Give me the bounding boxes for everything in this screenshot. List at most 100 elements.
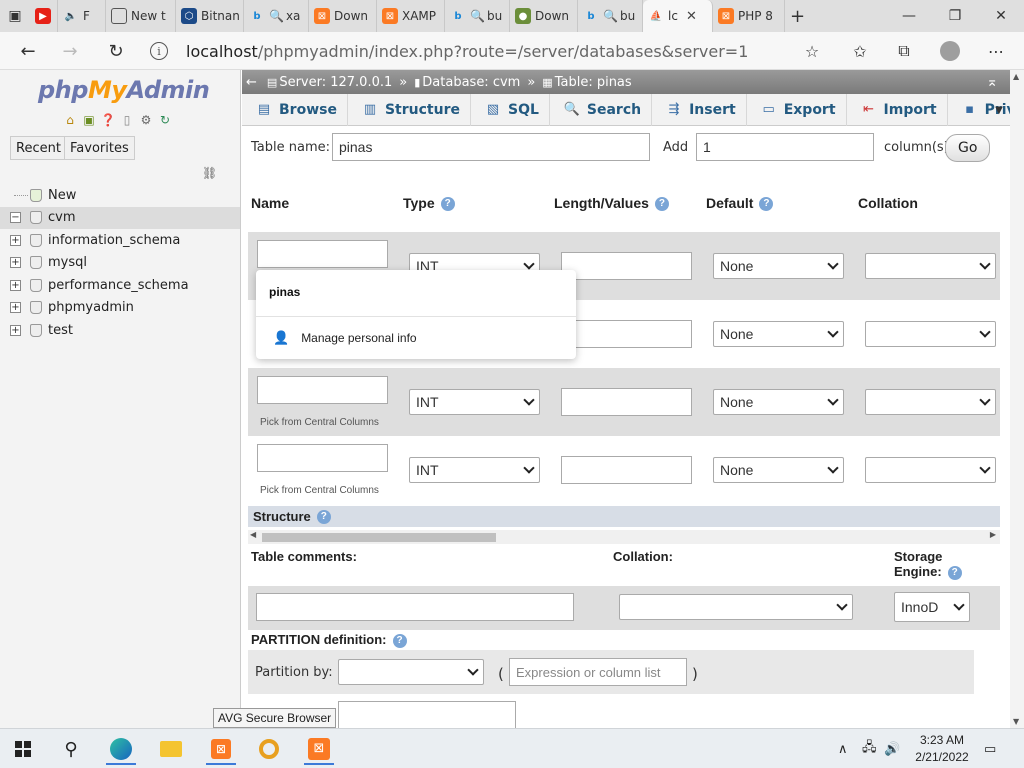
tab-export[interactable]: ▭ Export [747,93,847,126]
length-input[interactable] [561,388,692,416]
browser-tab-6[interactable]: ⊠ Down [309,0,377,32]
expand-icon[interactable]: + [10,279,21,291]
tree-item-cvm[interactable]: − cvm [0,206,240,229]
partition-by-select[interactable] [338,659,484,685]
edge-browser-icon[interactable] [98,732,144,766]
horizontal-scrollbar[interactable]: ◀ ▶ [248,530,1000,544]
pick-central-columns-link[interactable]: Pick from Central Columns [260,485,379,496]
collections-icon[interactable]: ⧉ [890,38,918,64]
browser-tab-7[interactable]: ⊠ XAMP [377,0,445,32]
breadcrumb-server[interactable]: Server: 127.0.0.1 [279,75,392,90]
xampp-control-icon[interactable]: ⊠ [296,732,342,766]
forward-arrow-icon[interactable]: → [56,38,84,64]
tab-insert[interactable]: ⇶ Insert [652,93,747,126]
breadcrumb-table[interactable]: Table: pinas [555,75,632,90]
expand-icon[interactable]: + [10,324,21,336]
refresh-icon[interactable]: ↻ [102,38,130,64]
browser-tab-10[interactable]: b 🔍 bu [578,0,643,32]
help-icon[interactable]: ? [392,633,407,648]
tree-item-test[interactable]: + test [0,319,240,342]
tree-item-performance-schema[interactable]: + performance_schema [0,274,240,297]
autofill-suggestion[interactable]: pinas [269,285,300,299]
collation-select[interactable] [865,457,996,483]
back-nav-icon[interactable]: ← [246,75,257,90]
file-explorer-icon[interactable] [148,732,194,766]
type-select[interactable]: INT [409,457,540,483]
collation-select[interactable] [865,321,996,347]
table-collation-select[interactable] [619,594,853,620]
tab-browse[interactable]: ▤ Browse [242,93,348,126]
collapse-top-icon[interactable]: ⌅ [986,74,998,90]
search-icon[interactable]: ⚲ [48,732,94,766]
vertical-scrollbar[interactable]: ▲ ▼ [1010,70,1024,728]
tab-sql[interactable]: ▧ SQL [471,93,550,126]
home-icon[interactable]: ⌂ [62,112,78,128]
link-chain-icon[interactable]: ⛓ [202,166,217,180]
column-name-input[interactable] [257,444,388,472]
browser-tab-3[interactable]: New t [106,0,176,32]
breadcrumb-database[interactable]: Database: cvm [422,75,520,90]
column-name-input[interactable] [257,376,388,404]
browser-tab-5[interactable]: b 🔍 xa [244,0,309,32]
favorites-button[interactable]: Favorites [64,136,135,160]
scroll-down-icon[interactable]: ▼ [1013,717,1019,726]
notifications-icon[interactable]: ▭ [984,729,996,768]
help-icon[interactable]: ? [654,197,669,212]
length-input[interactable] [561,320,692,348]
minimize-icon[interactable]: — [886,0,932,32]
scroll-right-icon[interactable]: ▶ [990,530,996,539]
browser-tab-4[interactable]: ⬡ Bitnan [176,0,244,32]
profile-avatar-icon[interactable] [936,38,964,64]
help-icon[interactable]: ? [759,197,774,212]
default-select[interactable]: None [713,457,844,483]
tab-import[interactable]: ⇤ Import [847,93,948,126]
browser-tab-2[interactable]: 🔈 F [58,0,106,32]
tab-structure[interactable]: ▥ Structure [348,93,471,126]
expand-icon[interactable]: + [10,234,21,246]
help-icon[interactable]: ❓ [100,112,116,128]
scroll-left-icon[interactable]: ◀ [250,530,256,539]
storage-engine-select[interactable]: InnoD [894,592,970,622]
tray-chevron-icon[interactable]: ∧ [838,729,848,768]
length-input[interactable] [561,252,692,280]
settings-gear-icon[interactable]: ⚙ [138,112,154,128]
add-favorite-icon[interactable]: ☆ [798,38,826,64]
pick-central-columns-link[interactable]: Pick from Central Columns [260,417,379,428]
tree-item-phpmyadmin[interactable]: + phpmyadmin [0,297,240,320]
tree-item-new[interactable]: New [0,184,240,207]
table-comments-input[interactable] [256,593,574,621]
length-input[interactable] [561,456,692,484]
manage-personal-info-link[interactable]: 👤 Manage personal info [273,330,417,346]
expression-input[interactable]: Expression or column list [509,658,687,686]
tree-item-information-schema[interactable]: + information_schema [0,229,240,252]
restore-icon[interactable]: ❐ [932,0,978,32]
browser-tab-1[interactable]: ▶ [30,0,58,32]
expand-icon[interactable]: + [10,257,21,269]
windows-start-icon[interactable] [0,732,46,766]
help-icon[interactable]: ? [440,197,455,212]
window-menu-icon[interactable]: ▣ [0,0,30,32]
tree-item-mysql[interactable]: + mysql [0,252,240,275]
taskbar-clock[interactable]: 3:23 AM 2/21/2022 [902,732,982,766]
collation-select[interactable] [865,389,996,415]
go-button[interactable]: Go [945,134,991,162]
default-select[interactable]: None [713,253,844,279]
new-tab-button[interactable]: + [785,0,817,32]
close-tab-icon[interactable]: ✕ [686,9,697,24]
back-arrow-icon[interactable]: ← [14,38,42,64]
xampp-taskbar-icon[interactable]: ⊠ [198,732,244,766]
partitions-count-input[interactable] [338,701,516,728]
menu-more-icon[interactable]: ▼ [988,94,1010,126]
collation-select[interactable] [865,253,996,279]
collapse-icon[interactable]: − [10,212,21,224]
scrollbar-thumb[interactable] [262,533,496,542]
scroll-up-icon[interactable]: ▲ [1013,72,1019,81]
site-info-icon[interactable]: i [150,42,168,60]
phpmyadmin-logo[interactable]: phpMyAdmin [38,76,210,104]
help-icon[interactable]: ? [316,509,331,524]
recent-button[interactable]: Recent [10,136,67,160]
table-name-input[interactable]: pinas [332,133,650,161]
type-select[interactable]: INT [409,389,540,415]
close-window-icon[interactable]: ✕ [978,0,1024,32]
browser-tab-active[interactable]: ⛵ lc ✕ [643,0,713,32]
